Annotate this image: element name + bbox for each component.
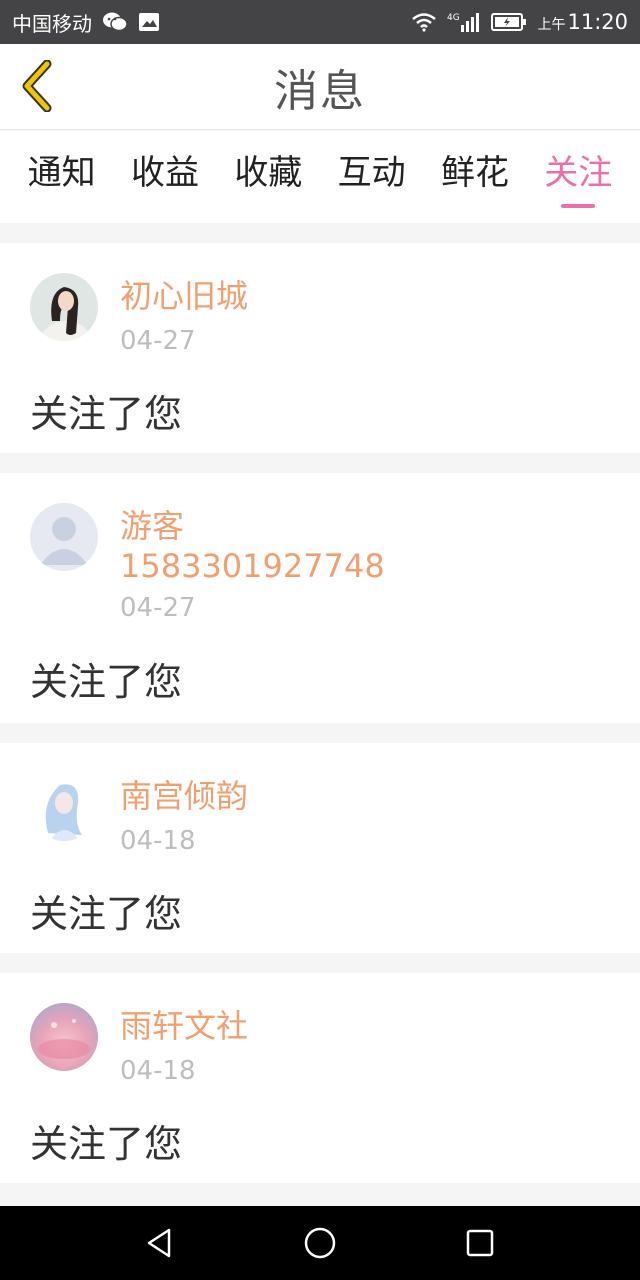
circle-home-icon [304,1227,336,1259]
status-bar: 中国移动 4G 上午11:20 [0,0,640,44]
avatar[interactable] [30,273,98,341]
follow-list: 初心旧城 04-27 关注了您 游客 1583301927748 04-27 关… [0,223,640,1183]
tab-label: 收藏 [234,153,303,193]
time-label: 11:20 [567,10,628,34]
tab-follow[interactable]: 关注 [544,131,612,223]
carrier-label: 中国移动 [12,11,92,36]
list-item[interactable]: 游客 1583301927748 04-27 关注了您 [0,473,640,723]
app-header: 消息 [0,44,640,130]
avatar[interactable] [30,503,98,571]
tab-label: 通知 [27,153,96,193]
message-text: 关注了您 [30,892,183,936]
date: 04-27 [120,593,196,623]
date: 04-18 [120,1056,196,1086]
user-name[interactable]: 雨轩文社 [120,1006,248,1046]
clock: 上午11:20 [537,10,628,34]
message-text: 关注了您 [30,1122,183,1166]
user-name[interactable]: 游客 1583301927748 [120,506,385,586]
message-text: 关注了您 [30,392,183,436]
tab-bar: 通知 收益 收藏 互动 鲜花 关注 [0,131,640,223]
avatar[interactable] [30,1003,98,1071]
battery-icon [491,12,527,32]
signal-icon: 4G [447,11,481,33]
nav-home-button[interactable] [290,1213,350,1273]
nav-recents-button[interactable] [450,1213,510,1273]
date: 04-27 [120,326,196,356]
image-icon [138,12,160,32]
tab-interaction[interactable]: 互动 [338,131,406,223]
page-title: 消息 [274,66,366,117]
tab-notice[interactable]: 通知 [28,131,96,223]
list-item[interactable]: 雨轩文社 04-18 关注了您 [0,973,640,1183]
tab-flowers[interactable]: 鲜花 [441,131,509,223]
tab-label: 收益 [130,153,199,193]
avatar[interactable] [30,773,98,841]
list-item[interactable]: 初心旧城 04-27 关注了您 [0,243,640,453]
tab-favorites[interactable]: 收藏 [234,131,302,223]
message-text: 关注了您 [30,660,183,704]
tab-label: 互动 [337,153,406,193]
tab-label: 鲜花 [440,153,509,193]
tab-earnings[interactable]: 收益 [131,131,199,223]
back-arrow-icon [22,60,52,112]
triangle-back-icon [147,1228,171,1258]
system-nav-bar [0,1206,640,1280]
wechat-icon [102,11,128,33]
nav-back-button[interactable] [130,1213,190,1273]
active-tab-indicator [561,204,596,208]
list-item[interactable]: 南宫倾韵 04-18 关注了您 [0,743,640,953]
wifi-icon [411,12,437,32]
tab-label: 关注 [544,153,613,193]
user-name[interactable]: 初心旧城 [120,276,248,316]
network-type-label: 4G [447,13,460,23]
back-button[interactable] [14,58,64,114]
am-pm-label: 上午 [537,17,566,33]
square-recents-icon [466,1229,494,1257]
date: 04-18 [120,826,196,856]
user-name[interactable]: 南宫倾韵 [120,776,248,816]
